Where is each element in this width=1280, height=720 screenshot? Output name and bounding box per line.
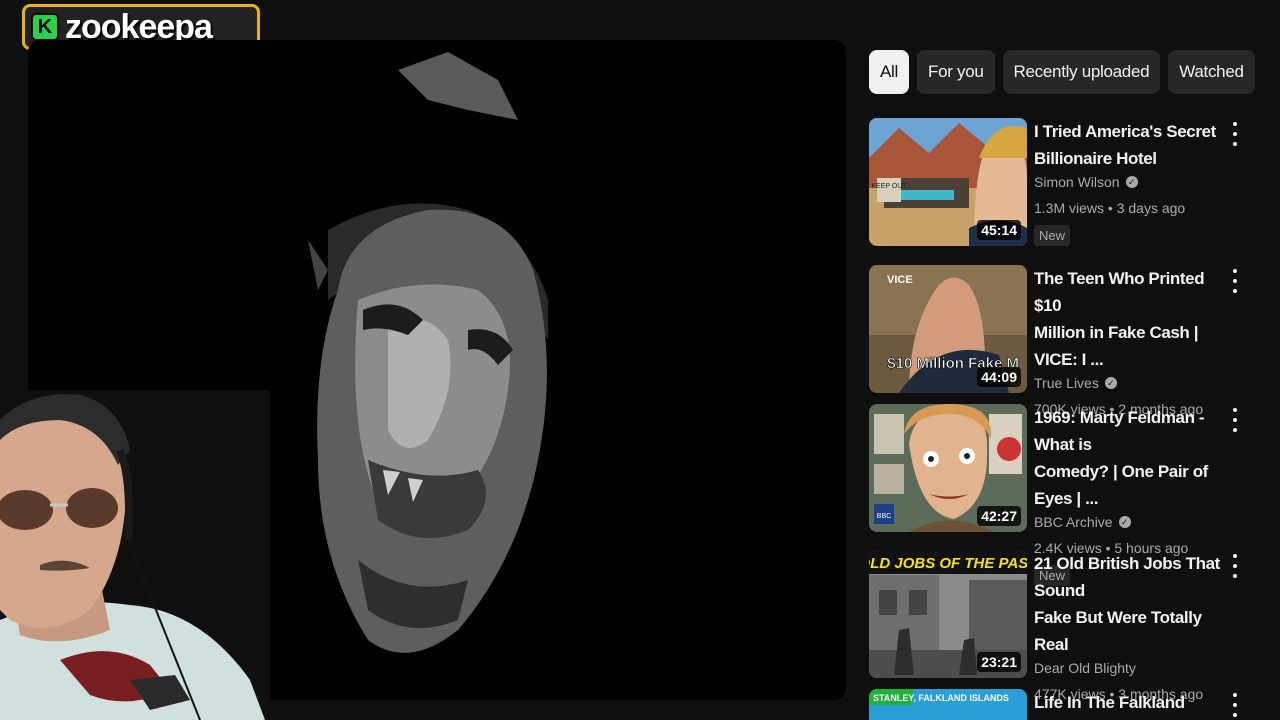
video-duration: 45:14 [977, 220, 1021, 240]
video-thumbnail[interactable]: VICE $10 Million Fake M 44:09 [869, 265, 1027, 393]
more-options-icon[interactable] [1229, 269, 1241, 293]
video-title[interactable]: Life In The Falkland Islands' [1034, 689, 1234, 720]
video-title[interactable]: 1969: Marty Feldman - What is Comedy? | O… [1034, 404, 1234, 512]
chip-recently-uploaded[interactable]: Recently uploaded [1002, 50, 1161, 94]
verified-icon: ✓ [1104, 377, 1117, 389]
logo-k-icon: K [31, 13, 59, 41]
thumbnail-text: KEEP OUT [871, 183, 907, 190]
verified-icon: ✓ [1118, 516, 1131, 528]
list-item[interactable]: STANLEY, FALKLAND ISLANDS Life In The Fa… [869, 689, 1259, 720]
thumbnail-text: STANLEY, FALKLAND ISLANDS [873, 693, 1009, 703]
list-item[interactable]: BBC 42:27 1969: Marty Feldman - What is C… [869, 404, 1259, 586]
video-duration: 44:09 [977, 367, 1021, 387]
list-item[interactable]: VICE $10 Million Fake M 44:09 The Teen W… [869, 265, 1259, 417]
channel-name[interactable]: True Lives ✓ [1034, 375, 1234, 391]
video-title[interactable]: The Teen Who Printed $10 Million in Fake … [1034, 265, 1234, 373]
new-badge: New [1034, 225, 1071, 246]
video-thumbnail[interactable]: OLD JOBS OF THE PAST 23:21 [869, 550, 1027, 678]
filter-chips: All For you Recently uploaded Watched [869, 50, 1255, 94]
bbc-logo: BBC [877, 513, 891, 520]
chip-watched[interactable]: Watched [1168, 50, 1255, 94]
list-item[interactable]: KEEP OUT 45:14 I Tried America's Secret B… [869, 118, 1259, 248]
video-title[interactable]: 21 Old British Jobs That Sound Fake But W… [1034, 550, 1234, 658]
video-title[interactable]: I Tried America's Secret Billionaire Hote… [1034, 118, 1234, 172]
chip-all[interactable]: All [869, 50, 909, 94]
thumbnail-text: OLD JOBS OF THE PAST [869, 555, 1027, 572]
verified-icon: ✓ [1125, 176, 1138, 188]
webcam-person-illustration [0, 390, 270, 720]
video-thumbnail[interactable]: BBC 42:27 [869, 404, 1027, 532]
more-options-icon[interactable] [1229, 554, 1241, 578]
channel-name[interactable]: Simon Wilson ✓ [1034, 174, 1234, 190]
list-item[interactable]: OLD JOBS OF THE PAST 23:21 21 Old Britis… [869, 550, 1259, 702]
more-options-icon[interactable] [1229, 693, 1241, 717]
video-duration: 23:21 [977, 652, 1021, 672]
thumbnail-image: STANLEY, FALKLAND ISLANDS [869, 689, 1027, 720]
logo-text: zookeepa [65, 8, 213, 46]
chip-for-you[interactable]: For you [917, 50, 995, 94]
more-options-icon[interactable] [1229, 122, 1241, 146]
channel-name[interactable]: BBC Archive ✓ [1034, 514, 1234, 530]
video-thumbnail[interactable]: STANLEY, FALKLAND ISLANDS [869, 689, 1027, 720]
channel-name[interactable]: Dear Old Blighty [1034, 660, 1234, 676]
more-options-icon[interactable] [1229, 408, 1241, 432]
video-stats: 1.3M views • 3 days ago [1034, 200, 1186, 216]
video-thumbnail[interactable]: KEEP OUT 45:14 [869, 118, 1027, 246]
video-duration: 42:27 [977, 506, 1021, 526]
streamer-webcam [0, 390, 270, 720]
vice-logo: VICE [887, 274, 913, 286]
